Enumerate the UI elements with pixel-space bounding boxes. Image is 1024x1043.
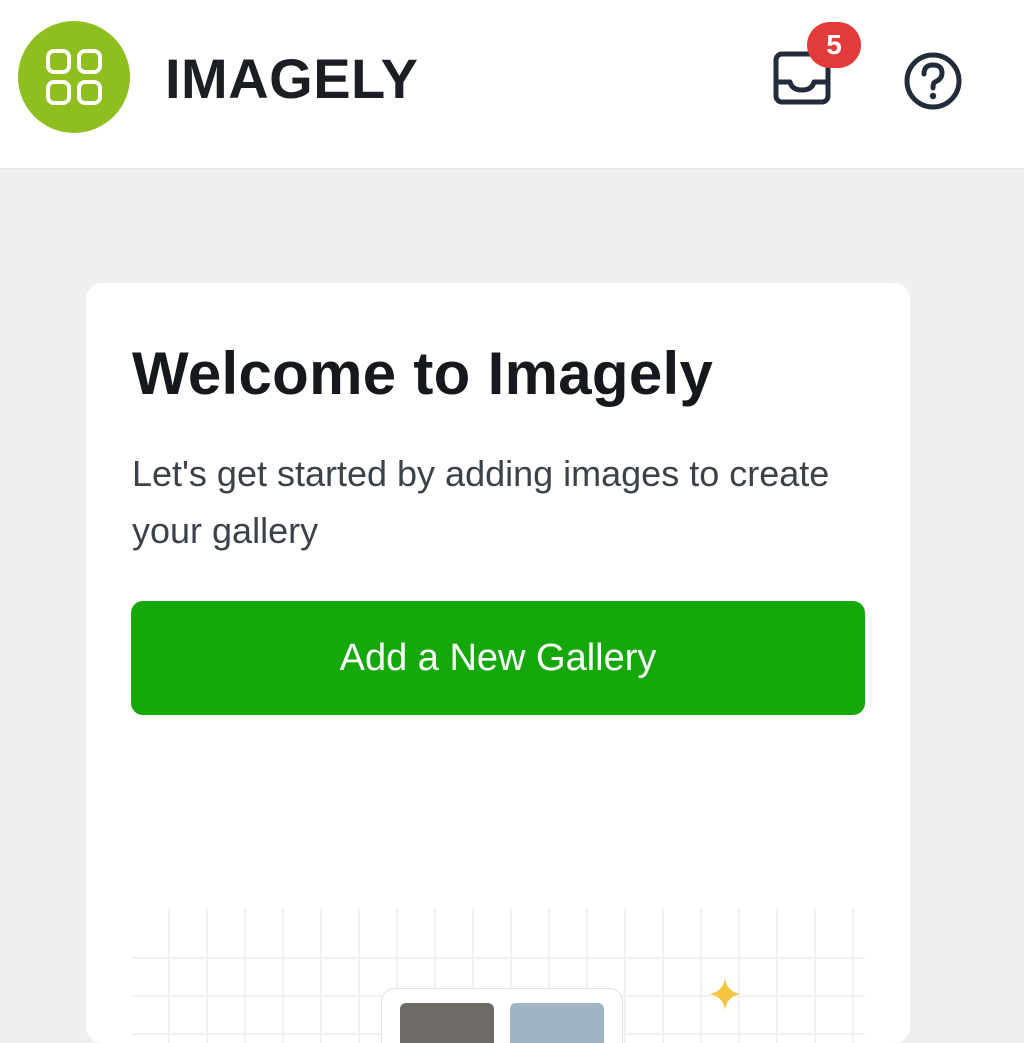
photo-stack <box>381 988 623 1043</box>
notification-badge: 5 <box>807 22 861 68</box>
grid-icon <box>46 49 102 105</box>
app-logo[interactable] <box>18 21 130 133</box>
photo-thumbnail <box>510 1003 604 1043</box>
app-header: IMAGELY 5 <box>0 0 1024 169</box>
help-button[interactable] <box>902 50 964 112</box>
photo-thumbnail <box>400 1003 494 1043</box>
welcome-title: Welcome to Imagely <box>132 340 714 407</box>
welcome-subtitle: Let's get started by adding images to cr… <box>132 453 830 551</box>
brand-name: IMAGELY <box>165 47 419 110</box>
welcome-card: Welcome to Imagely Let's get started by … <box>86 283 910 1043</box>
add-gallery-button[interactable]: Add a New Gallery <box>131 601 865 715</box>
gallery-illustration <box>131 908 865 1043</box>
help-circle-icon <box>904 52 962 110</box>
sparkle-icon <box>709 978 741 1010</box>
